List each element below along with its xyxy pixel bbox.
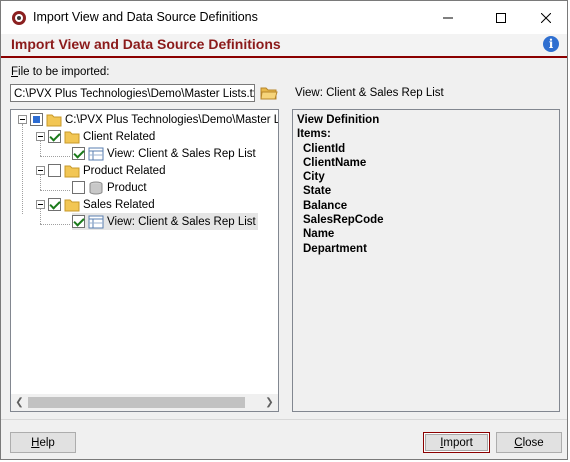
tree-node-label: Product xyxy=(107,181,147,194)
selected-view-label: View: Client & Sales Rep List xyxy=(295,87,444,99)
file-label: File to be imported: xyxy=(11,66,109,78)
horizontal-scrollbar[interactable]: ❮ ❯ xyxy=(11,394,278,411)
footer-divider xyxy=(1,419,567,420)
close-button[interactable]: Close xyxy=(496,432,562,453)
definition-item: Department xyxy=(303,242,367,255)
tree-node-label: Sales Related xyxy=(83,198,155,211)
maximize-button[interactable] xyxy=(478,1,524,34)
minimize-icon xyxy=(443,17,453,18)
definition-item: Balance xyxy=(303,199,348,212)
folder-icon xyxy=(64,199,80,211)
tree-line xyxy=(40,224,70,225)
definition-heading: View Definition xyxy=(297,114,380,126)
close-label: lose xyxy=(522,436,544,449)
tree-node-product-related[interactable]: Product Related xyxy=(36,162,165,179)
open-folder-icon[interactable] xyxy=(260,84,278,102)
tree-node-label: Product Related xyxy=(83,164,166,177)
collapse-toggle[interactable] xyxy=(36,132,45,141)
close-accel: C xyxy=(514,436,523,449)
help-button[interactable]: Help xyxy=(10,432,76,453)
view-table-icon xyxy=(88,147,104,160)
tree-node-client-view[interactable]: View: Client & Sales Rep List xyxy=(72,145,256,162)
tree-node-product[interactable]: Product xyxy=(72,179,147,196)
tree-line xyxy=(22,124,23,214)
dialog-header: Import View and Data Source Definitions … xyxy=(1,34,567,58)
folder-icon xyxy=(46,114,62,126)
info-icon[interactable]: i xyxy=(543,36,559,52)
import-dialog: Import View and Data Source Definitions … xyxy=(0,0,568,460)
file-label-text: ile to be imported: xyxy=(18,66,110,78)
minimize-button[interactable] xyxy=(425,1,471,34)
tree-node-label: Client Related xyxy=(83,130,156,143)
title-bar: Import View and Data Source Definitions xyxy=(1,1,567,34)
import-label: mport xyxy=(443,436,473,449)
sales-related-checkbox[interactable] xyxy=(48,198,61,211)
view-table-icon xyxy=(88,215,104,228)
items-label: Items: xyxy=(297,128,331,141)
database-icon xyxy=(89,181,103,194)
app-icon xyxy=(12,11,26,25)
sales-view-checkbox[interactable] xyxy=(72,215,85,228)
view-definition-panel: View Definition Items: ClientId ClientNa… xyxy=(292,109,560,412)
close-icon xyxy=(541,12,551,23)
scroll-thumb[interactable] xyxy=(28,397,245,408)
scroll-right-icon[interactable]: ❯ xyxy=(261,394,278,411)
definition-item: SalesRepCode xyxy=(303,214,384,227)
definition-item: Name xyxy=(303,228,335,241)
file-path-input[interactable]: C:\PVX Plus Technologies\Demo\Master Lis… xyxy=(10,84,255,102)
client-view-checkbox[interactable] xyxy=(72,147,85,160)
help-label: elp xyxy=(39,436,55,449)
help-accel: H xyxy=(31,436,40,449)
file-label-accel: F xyxy=(11,66,19,78)
import-tree[interactable]: C:\PVX Plus Technologies\Demo\Master Lis… xyxy=(10,109,279,412)
dialog-heading: Import View and Data Source Definitions xyxy=(11,36,281,52)
tree-node-label: C:\PVX Plus Technologies\Demo\Master Lis… xyxy=(65,113,279,126)
collapse-toggle[interactable] xyxy=(18,115,27,124)
definition-item: State xyxy=(303,185,332,198)
definition-item: ClientName xyxy=(303,156,367,169)
definition-item: City xyxy=(303,171,325,184)
folder-icon xyxy=(64,131,80,143)
tree-node-sales-related[interactable]: Sales Related xyxy=(36,196,155,213)
tree-line xyxy=(40,190,70,191)
root-checkbox[interactable] xyxy=(30,113,43,126)
product-checkbox[interactable] xyxy=(72,181,85,194)
scroll-left-icon[interactable]: ❮ xyxy=(11,394,28,411)
product-related-checkbox[interactable] xyxy=(48,164,61,177)
close-window-button[interactable] xyxy=(523,1,569,34)
tree-node-label: View: Client & Sales Rep List xyxy=(107,147,256,160)
client-related-checkbox[interactable] xyxy=(48,130,61,143)
tree-node-label: View: Client & Sales Rep List xyxy=(107,215,256,228)
tree-node-client-related[interactable]: Client Related xyxy=(36,128,155,145)
collapse-toggle[interactable] xyxy=(36,200,45,209)
import-button[interactable]: Import xyxy=(423,432,490,453)
tree-node-root[interactable]: C:\PVX Plus Technologies\Demo\Master Lis… xyxy=(18,111,279,128)
tree-node-sales-view[interactable]: View: Client & Sales Rep List xyxy=(72,213,258,230)
tree-line xyxy=(40,156,70,157)
folder-icon xyxy=(64,165,80,177)
collapse-toggle[interactable] xyxy=(36,166,45,175)
window-title: Import View and Data Source Definitions xyxy=(33,10,258,24)
definition-item: ClientId xyxy=(303,142,346,155)
maximize-icon xyxy=(496,12,506,23)
